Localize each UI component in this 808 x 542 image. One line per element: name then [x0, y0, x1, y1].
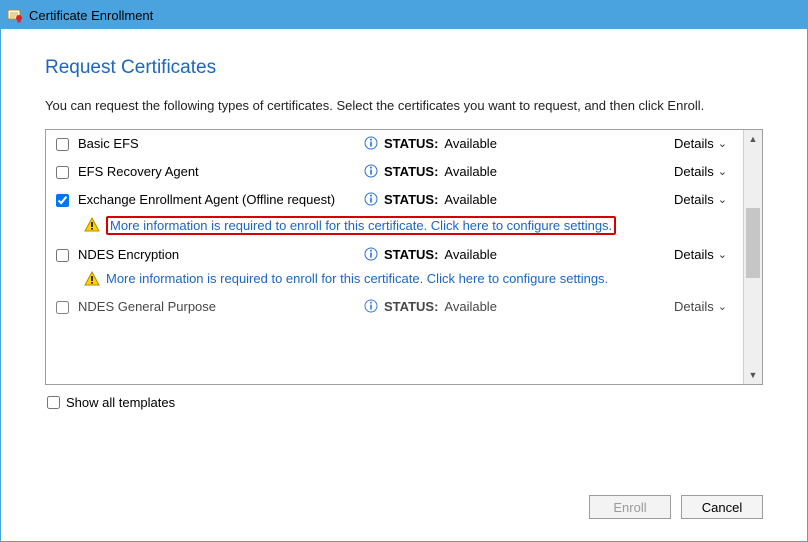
- cert-name: Exchange Enrollment Agent (Offline reque…: [74, 192, 364, 208]
- window-title: Certificate Enrollment: [29, 8, 153, 23]
- details-toggle[interactable]: Details ⌄: [614, 299, 733, 314]
- details-toggle[interactable]: Details ⌄: [614, 192, 733, 207]
- status-value: Available: [444, 299, 497, 314]
- chevron-down-icon: ⌄: [718, 193, 727, 206]
- cert-warning-exchange-enrollment: More information is required to enroll f…: [46, 214, 743, 241]
- status-value: Available: [444, 136, 497, 151]
- enroll-button[interactable]: Enroll: [589, 495, 671, 519]
- info-icon: [364, 299, 378, 313]
- cert-name: Basic EFS: [74, 136, 364, 152]
- certificate-icon: [7, 7, 23, 23]
- titlebar: Certificate Enrollment: [1, 1, 807, 29]
- cert-checkbox-ndes-encryption[interactable]: [56, 249, 69, 262]
- chevron-down-icon: ⌄: [718, 165, 727, 178]
- cert-warning-ndes-encryption: More information is required to enroll f…: [46, 269, 743, 293]
- configure-link-ndes-encryption[interactable]: More information is required to enroll f…: [106, 271, 608, 286]
- configure-link-exchange-enrollment[interactable]: More information is required to enroll f…: [110, 218, 612, 233]
- scroll-up-icon[interactable]: ▲: [744, 130, 762, 148]
- page-heading: Request Certificates: [45, 57, 763, 79]
- details-toggle[interactable]: Details ⌄: [614, 247, 733, 262]
- content-area: Request Certificates You can request the…: [1, 29, 807, 541]
- chevron-down-icon: ⌄: [718, 248, 727, 261]
- status-label: STATUS:: [384, 192, 438, 207]
- certificate-enrollment-window: Certificate Enrollment Request Certifica…: [0, 0, 808, 542]
- status-value: Available: [444, 247, 497, 262]
- details-toggle[interactable]: Details ⌄: [614, 136, 733, 151]
- chevron-down-icon: ⌄: [718, 300, 727, 313]
- show-all-label: Show all templates: [66, 395, 175, 410]
- warning-icon: [84, 271, 100, 287]
- cert-row-basic-efs[interactable]: Basic EFS STATUS: Available Details ⌄: [46, 130, 743, 158]
- chevron-down-icon: ⌄: [718, 137, 727, 150]
- cancel-button[interactable]: Cancel: [681, 495, 763, 519]
- cert-row-ndes-general[interactable]: NDES General Purpose STATUS: Available D…: [46, 293, 743, 319]
- button-bar: Enroll Cancel: [589, 495, 763, 519]
- info-icon: [364, 136, 378, 150]
- cert-row-efs-recovery[interactable]: EFS Recovery Agent STATUS: Available Det…: [46, 158, 743, 186]
- page-instruction: You can request the following types of c…: [45, 97, 763, 115]
- cert-checkbox-efs-recovery[interactable]: [56, 166, 69, 179]
- certificate-list: Basic EFS STATUS: Available Details ⌄ EF…: [45, 129, 763, 385]
- details-toggle[interactable]: Details ⌄: [614, 164, 733, 179]
- scroll-thumb[interactable]: [746, 208, 760, 278]
- cert-name: EFS Recovery Agent: [74, 164, 364, 180]
- status-label: STATUS:: [384, 299, 438, 314]
- cert-checkbox-exchange-enrollment[interactable]: [56, 194, 69, 207]
- cert-checkbox-basic-efs[interactable]: [56, 138, 69, 151]
- status-label: STATUS:: [384, 136, 438, 151]
- info-icon: [364, 247, 378, 261]
- scroll-track[interactable]: [744, 148, 762, 366]
- show-all-checkbox[interactable]: [47, 396, 60, 409]
- status-label: STATUS:: [384, 164, 438, 179]
- show-all-row: Show all templates: [45, 395, 763, 410]
- cert-checkbox-ndes-general[interactable]: [56, 301, 69, 314]
- cert-row-ndes-encryption[interactable]: NDES Encryption STATUS: Available Detail…: [46, 241, 743, 269]
- highlight-box: More information is required to enroll f…: [106, 216, 616, 235]
- cert-name: NDES Encryption: [74, 247, 364, 263]
- cert-name: NDES General Purpose: [74, 299, 364, 315]
- info-icon: [364, 164, 378, 178]
- status-value: Available: [444, 164, 497, 179]
- warning-icon: [84, 217, 100, 233]
- cert-row-exchange-enrollment[interactable]: Exchange Enrollment Agent (Offline reque…: [46, 186, 743, 214]
- scroll-down-icon[interactable]: ▼: [744, 366, 762, 384]
- status-label: STATUS:: [384, 247, 438, 262]
- status-value: Available: [444, 192, 497, 207]
- certificate-list-body: Basic EFS STATUS: Available Details ⌄ EF…: [46, 130, 743, 384]
- scrollbar[interactable]: ▲ ▼: [743, 130, 762, 384]
- info-icon: [364, 192, 378, 206]
